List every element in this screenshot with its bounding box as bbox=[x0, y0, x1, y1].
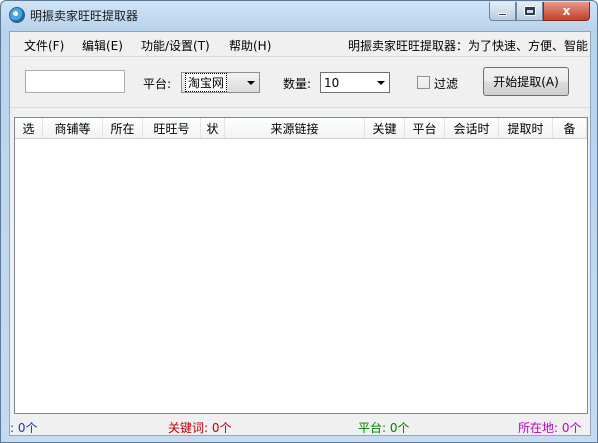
client-area: 文件(F) 编辑(E) 功能/设置(T) 帮助(H) 明振卖家旺旺提取器：为了快… bbox=[9, 31, 591, 436]
platform-value: 淘宝网 bbox=[185, 73, 228, 92]
menu-file[interactable]: 文件(F) bbox=[24, 37, 64, 54]
platform-select[interactable]: 淘宝网 bbox=[181, 72, 260, 93]
app-window: 明振卖家旺旺提取器 x 文件(F) 编辑(E) 功能/设置(T) 帮助(H) 明… bbox=[0, 0, 598, 443]
platform-label: 平台: bbox=[143, 77, 172, 91]
status-total: : 0个 bbox=[10, 421, 38, 435]
close-icon: x bbox=[562, 4, 571, 18]
column-header-status[interactable]: 状 bbox=[201, 118, 225, 138]
divider bbox=[10, 107, 590, 108]
filter-checkbox[interactable] bbox=[417, 76, 430, 89]
maximize-icon bbox=[524, 7, 535, 15]
chevron-down-icon bbox=[377, 81, 385, 85]
minimize-icon bbox=[498, 13, 507, 16]
status-bar: : 0个 关键词: 0个 平台: 0个 所在地: 0个 bbox=[10, 417, 590, 436]
column-header-platform[interactable]: 平台 bbox=[405, 118, 445, 138]
menu-help[interactable]: 帮助(H) bbox=[229, 37, 271, 54]
menu-tools[interactable]: 功能/设置(T) bbox=[141, 37, 210, 54]
count-label: 数量: bbox=[283, 77, 312, 91]
column-header-wangwang[interactable]: 旺旺号 bbox=[143, 118, 201, 138]
status-platform: 平台: 0个 bbox=[358, 421, 410, 435]
title-bar[interactable]: 明振卖家旺旺提取器 x bbox=[1, 1, 597, 29]
column-header-select[interactable]: 选 bbox=[15, 118, 43, 138]
menu-bar: 文件(F) 编辑(E) 功能/设置(T) 帮助(H) 明振卖家旺旺提取器：为了快… bbox=[10, 32, 590, 56]
column-header-source-link[interactable]: 来源链接 bbox=[225, 118, 365, 138]
chevron-down-icon bbox=[247, 81, 255, 85]
column-header-chat-time[interactable]: 会话时 bbox=[445, 118, 499, 138]
divider bbox=[10, 56, 590, 57]
close-button[interactable]: x bbox=[543, 2, 590, 21]
status-keyword: 关键词: 0个 bbox=[168, 421, 232, 435]
menu-edit[interactable]: 编辑(E) bbox=[82, 37, 123, 54]
marquee-banner: 明振卖家旺旺提取器：为了快速、方便、智能 bbox=[348, 39, 589, 53]
count-value: 10 bbox=[324, 75, 340, 90]
column-header-location[interactable]: 所在 bbox=[103, 118, 143, 138]
results-list[interactable]: 选 商铺等 所在 旺旺号 状 来源链接 关键 平台 会话时 提取时 备 bbox=[14, 117, 588, 414]
column-header-keyword[interactable]: 关键 bbox=[365, 118, 405, 138]
filter-label[interactable]: 过滤 bbox=[434, 75, 458, 92]
start-extract-button[interactable]: 开始提取(A) bbox=[483, 67, 569, 96]
window-title: 明振卖家旺旺提取器 bbox=[30, 9, 139, 23]
app-icon bbox=[9, 7, 25, 23]
column-header-note[interactable]: 备 bbox=[553, 118, 587, 138]
minimize-button[interactable] bbox=[489, 2, 516, 21]
column-header-shop[interactable]: 商铺等 bbox=[43, 118, 103, 138]
keyword-input[interactable] bbox=[25, 70, 125, 93]
count-select[interactable]: 10 bbox=[320, 72, 390, 93]
status-location: 所在地: 0个 bbox=[518, 421, 582, 435]
maximize-button[interactable] bbox=[516, 2, 543, 21]
column-header-extract-time[interactable]: 提取时 bbox=[499, 118, 553, 138]
list-header: 选 商铺等 所在 旺旺号 状 来源链接 关键 平台 会话时 提取时 备 bbox=[15, 118, 587, 139]
